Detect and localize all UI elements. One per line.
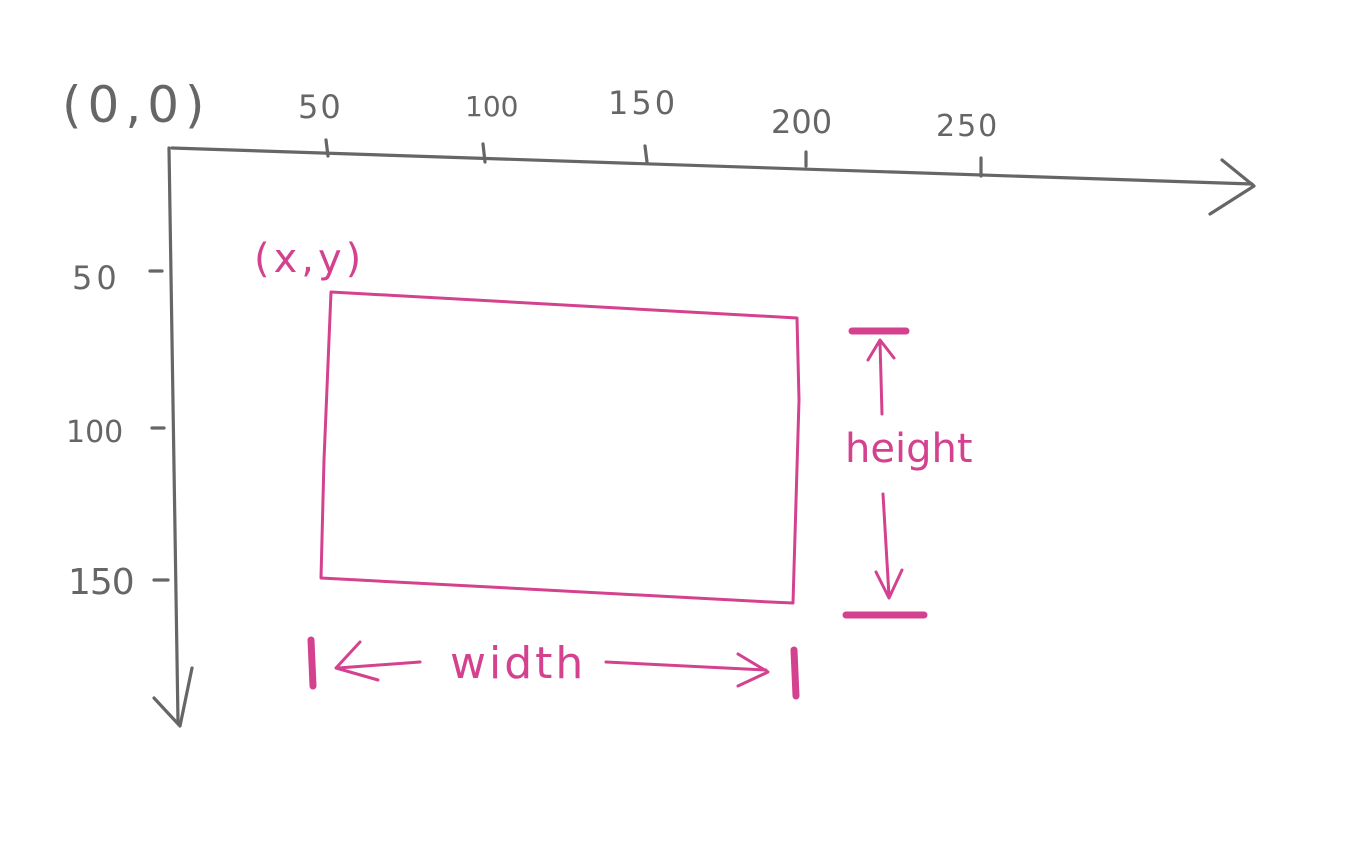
y-axis-line — [167, 146, 180, 724]
x-tick-mark-50 — [324, 138, 330, 158]
x-axis: 50 100 150 200 250 — [170, 84, 1256, 216]
x-tick-label-200: 200 — [771, 103, 832, 141]
rectangle — [319, 290, 801, 605]
x-tick-label-150: 150 — [608, 84, 678, 122]
y-tick-label-150: 150 — [68, 562, 134, 603]
height-arrow-up — [866, 338, 896, 416]
y-tick-label-50: 50 — [72, 259, 121, 297]
y-axis-arrowhead — [152, 666, 194, 728]
width-arrow-left — [334, 640, 422, 682]
x-axis-arrowhead — [1208, 158, 1256, 216]
x-axis-line — [170, 146, 1254, 186]
width-right-bar — [790, 646, 800, 700]
x-tick-mark-100 — [481, 142, 487, 164]
height-dimension: height — [842, 327, 973, 619]
point-label: (x,y) — [254, 236, 365, 282]
origin-label: (0,0) — [62, 76, 211, 134]
x-tick-label-250: 250 — [936, 109, 999, 144]
width-label: width — [450, 638, 586, 689]
height-label: height — [845, 426, 973, 472]
width-left-bar — [307, 636, 317, 690]
x-tick-label-100: 100 — [465, 90, 518, 123]
y-axis: 50 100 150 — [66, 146, 194, 728]
width-dimension: width — [307, 636, 800, 700]
height-arrow-down — [874, 492, 904, 600]
rectangle-annotation: (x,y) width height — [254, 236, 973, 700]
width-arrow-right — [604, 652, 770, 688]
x-tick-mark-150 — [643, 144, 649, 164]
y-tick-label-100: 100 — [66, 415, 123, 450]
coordinate-diagram: (0,0) 50 100 150 200 250 50 100 150 (x,y… — [62, 76, 1256, 728]
x-tick-label-50: 50 — [298, 88, 343, 126]
